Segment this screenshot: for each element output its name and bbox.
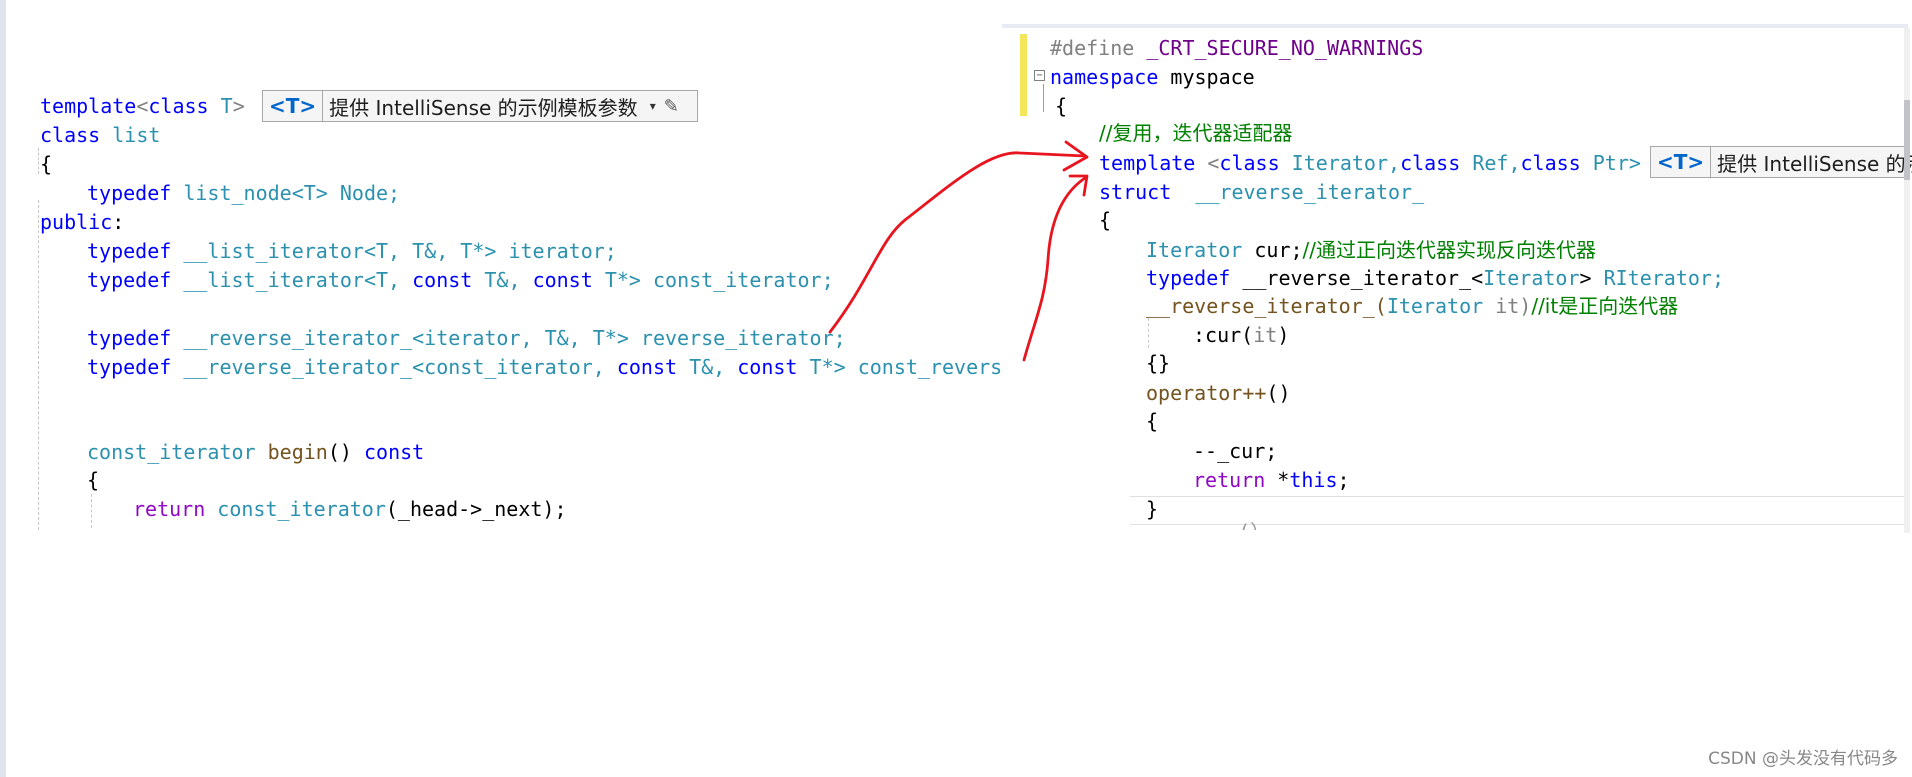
annotation-arrows xyxy=(828,140,1089,362)
arrow-const-reverse-iterator-to-template xyxy=(1022,176,1087,362)
arrow-reverse-iterator-to-template xyxy=(828,151,1087,334)
watermark: CSDN @头发没有代码多 xyxy=(1708,749,1898,769)
